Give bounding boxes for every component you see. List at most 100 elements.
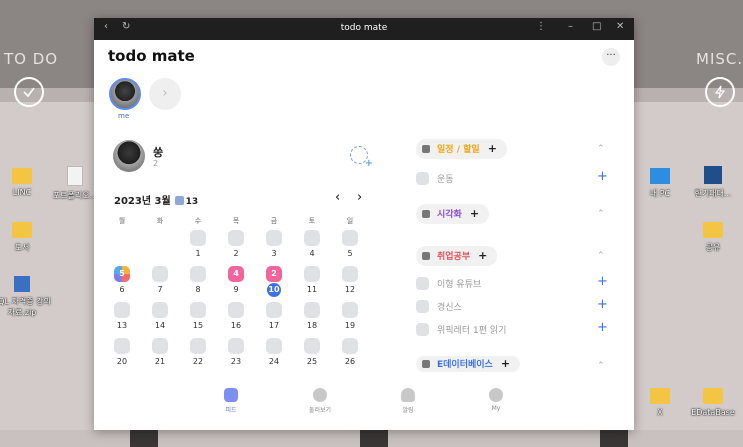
chevron-right-icon: › [162,86,168,101]
calendar-day-number: 25 [306,357,318,366]
desktop-icon-share[interactable]: 공유 [683,222,743,253]
calendar-day-cell[interactable] [114,302,130,318]
lock-icon [422,252,430,260]
calendar-day-cell[interactable] [304,230,320,246]
wallpaper-pillar [130,430,158,447]
add-todo-icon[interactable]: + [501,357,510,370]
todo-checkbox[interactable] [416,300,429,313]
wallpaper-pillar [360,430,388,447]
weekday-label: 월 [118,217,126,225]
add-todo-icon[interactable]: + [478,249,487,262]
todo-item[interactable]: 경신스 [416,300,462,316]
avatar[interactable] [109,78,141,110]
minimize-icon[interactable]: – [568,21,573,32]
calendar-day-cell[interactable] [152,266,168,282]
weekday-label: 화 [156,217,164,225]
brand-logo: todo mate [108,47,195,65]
calendar-day-cell[interactable] [342,230,358,246]
add-button[interactable]: + [597,169,608,184]
todo-checkbox[interactable] [416,323,429,336]
category-job-study[interactable]: 취업공부 + [416,246,498,266]
folder-icon [703,388,723,404]
calendar-day-cell[interactable] [190,230,206,246]
desktop-icon-label: SQL 자격증 강의자료.zip [0,297,51,317]
calendar-day-cell[interactable] [114,338,130,354]
kebab-menu-icon[interactable]: ⋮ [536,21,546,32]
calendar-day-cell[interactable] [190,338,206,354]
calendar-day-cell[interactable] [342,266,358,282]
calendar-day-cell[interactable] [190,302,206,318]
calendar-day-cell[interactable] [266,302,282,318]
calendar-day-cell[interactable]: 4 [228,266,244,282]
calendar-day-number: 6 [119,285,125,294]
calendar-day-number: 11 [306,285,318,294]
todo-item[interactable]: 운동 [416,172,454,188]
calendar-day-cell[interactable]: 5 [114,266,130,282]
calendar-day-cell[interactable]: 2 [266,266,282,282]
next-month-button[interactable]: › [357,190,362,205]
todo-item[interactable]: 위픽레터 1편 읽기 [416,323,506,339]
add-button[interactable]: + [597,274,608,289]
nav-feed[interactable]: 피드 [211,388,251,414]
category-schedule[interactable]: 일정 / 할일 + [416,139,507,159]
calendar-day-number: 21 [154,357,166,366]
calendar-day-cell[interactable] [152,302,168,318]
collapse-icon[interactable]: ⌃ [597,209,605,219]
todo-checkbox[interactable] [416,172,429,185]
add-emoji-icon[interactable] [350,146,373,169]
add-todo-icon[interactable]: + [488,142,497,155]
calendar-day-cell[interactable] [228,302,244,318]
collapse-icon[interactable]: ⌃ [597,251,605,261]
desktop-icon-label: 공유 [705,243,721,252]
done-count: 13 [185,197,199,207]
calendar-day-cell[interactable] [342,338,358,354]
desktop-icon-edatabase[interactable]: EDataBase [683,388,743,417]
calendar-day-cell[interactable] [152,338,168,354]
lock-icon [422,145,430,153]
nav-my[interactable]: My [476,388,516,412]
desktop-icon-label: 도서 [14,243,30,252]
bell-icon [401,388,415,402]
desktop-icon-label: 내 PC [649,189,671,198]
calendar-day-number: 3 [271,249,277,258]
more-button[interactable]: ··· [602,48,620,66]
calendar-day-number: 2 [233,249,239,258]
calendar-day-number: 9 [233,285,239,294]
category-database[interactable]: E데이터베이스 + [416,356,521,372]
nav-explore[interactable]: 둘러보기 [300,388,340,414]
calendar-day-cell[interactable] [304,338,320,354]
desktop-icon-sql-zip[interactable]: SQL 자격증 강의자료.zip [0,276,52,318]
calendar-day-cell[interactable] [266,230,282,246]
profile-avatar[interactable] [113,140,145,172]
weekday-label: 일 [346,217,354,225]
calendar-day-cell[interactable] [304,266,320,282]
calendar-day-cell[interactable] [304,302,320,318]
collapse-icon[interactable]: ⌃ [597,144,605,154]
prev-month-button[interactable]: ‹ [335,190,340,205]
todo-mate-window: ‹ ↻ todo mate ⋮ – □ ✕ todo mate ··· me ›… [94,18,634,430]
todo-checkbox[interactable] [416,277,429,290]
check-badge-icon [174,196,184,205]
todo-item[interactable]: 이형 유튜브 [416,277,481,293]
calendar-day-cell[interactable] [342,302,358,318]
calendar-day-number: 1 [195,249,201,258]
weekday-label: 토 [308,217,316,225]
calendar-day-cell[interactable] [266,338,282,354]
add-todo-icon[interactable]: + [470,207,479,220]
next-profile-button[interactable]: › [149,78,181,110]
close-icon[interactable]: ✕ [616,21,624,32]
maximize-icon[interactable]: □ [592,21,601,32]
category-visualization[interactable]: 시각화 + [416,204,490,224]
add-button[interactable]: + [597,320,608,335]
add-button[interactable]: + [597,297,608,312]
calendar-day-cell[interactable] [190,266,206,282]
calendar-day-cell[interactable] [228,338,244,354]
nav-notifications[interactable]: 알림 [388,388,428,414]
desktop-icon-books[interactable]: 도서 [0,222,52,253]
desktop-icon-x[interactable]: X [630,388,690,417]
calendar-day-cell[interactable] [228,230,244,246]
computer-icon [650,168,670,184]
desktop-icon-koreatech[interactable]: 한기대대... [683,166,743,199]
collapse-icon[interactable]: ⌃ [597,361,605,371]
desktop-icon-my-pc[interactable]: 내 PC [630,168,690,199]
